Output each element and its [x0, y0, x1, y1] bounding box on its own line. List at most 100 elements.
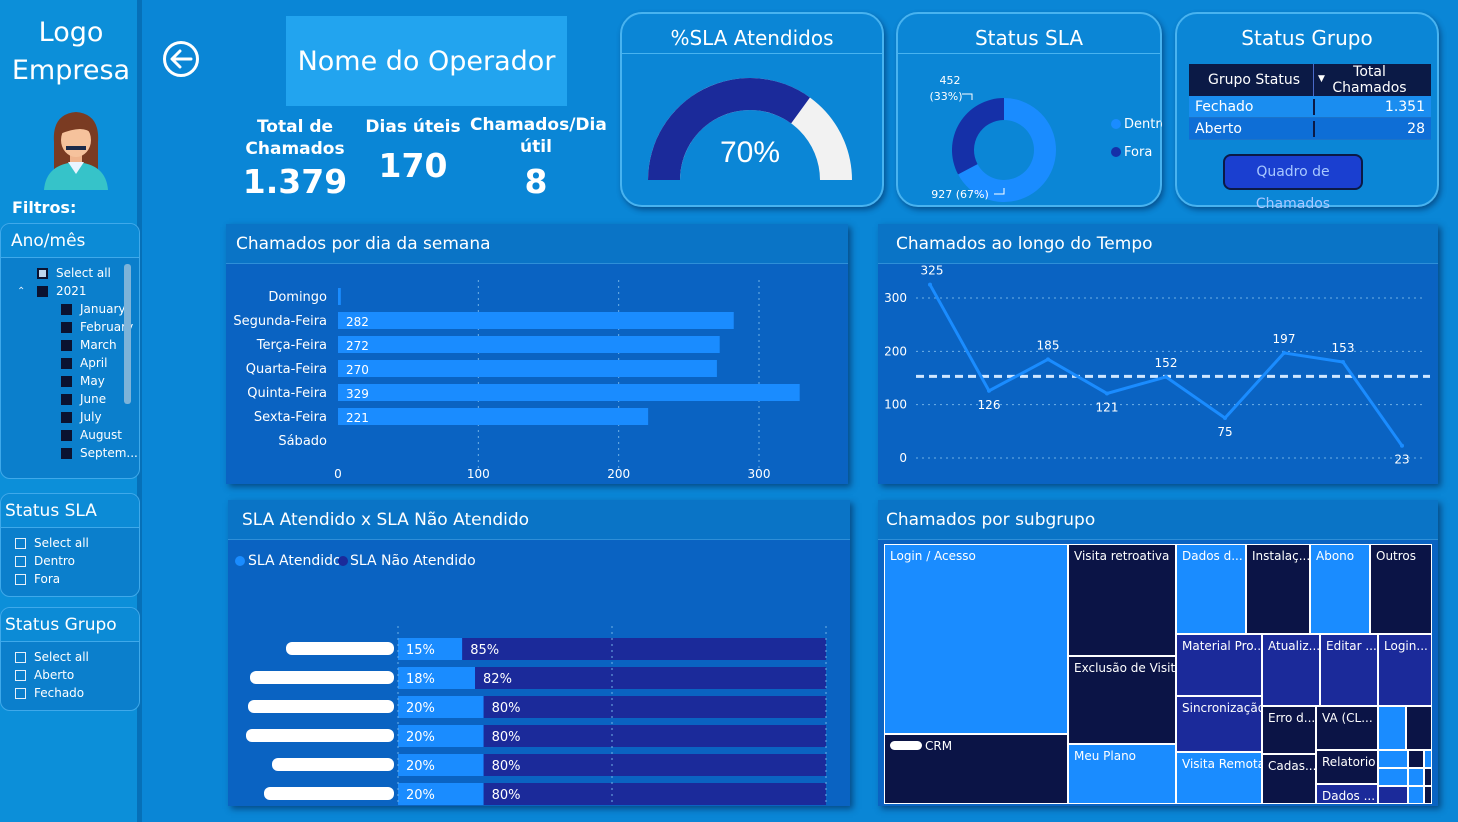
checkbox-icon[interactable]: [61, 339, 72, 351]
data-point[interactable]: [1046, 357, 1050, 362]
date-month-september[interactable]: Septem...: [1, 444, 139, 462]
checkbox-icon[interactable]: [61, 429, 72, 441]
date-select-all[interactable]: Select all: [1, 264, 139, 282]
point-label: 185: [1037, 338, 1060, 352]
table-row[interactable]: Aberto 28: [1189, 118, 1431, 140]
treemap-cell[interactable]: CRM: [884, 734, 1068, 804]
group-select-all[interactable]: Select all: [1, 648, 139, 666]
checkbox-icon[interactable]: [61, 411, 72, 423]
checkbox-icon[interactable]: [15, 669, 26, 681]
treemap-cell[interactable]: Editar ...: [1320, 634, 1378, 706]
group-option-fechado[interactable]: Fechado: [1, 684, 139, 702]
treemap-cell-small[interactable]: [1408, 768, 1424, 786]
bar[interactable]: [338, 384, 800, 401]
quadro-chamados-button[interactable]: Quadro de Chamados: [1223, 154, 1363, 212]
checkbox-icon[interactable]: [61, 303, 72, 315]
treemap-cell[interactable]: Visita retroativa: [1068, 544, 1176, 656]
bar-nao-atendido[interactable]: [483, 783, 826, 805]
legend-dentro[interactable]: Dentro: [1124, 117, 1162, 132]
treemap-cell[interactable]: Atualiz...: [1262, 634, 1320, 706]
date-month-august[interactable]: August: [1, 426, 139, 444]
treemap-cell-small[interactable]: [1378, 768, 1408, 786]
checkbox-icon[interactable]: [15, 573, 26, 585]
treemap-cell[interactable]: Dados ...: [1316, 784, 1378, 804]
checkbox-icon[interactable]: [61, 321, 72, 333]
data-point[interactable]: [1341, 360, 1345, 364]
checkbox-icon[interactable]: [15, 537, 26, 549]
treemap-cell[interactable]: Material Pro...: [1176, 634, 1262, 696]
date-month-april[interactable]: April: [1, 354, 139, 372]
table-row[interactable]: Fechado 1.351: [1189, 96, 1431, 118]
data-point[interactable]: [1282, 350, 1286, 355]
date-month-june[interactable]: June: [1, 390, 139, 408]
checkbox-icon[interactable]: [37, 267, 48, 279]
data-point[interactable]: [928, 282, 932, 287]
treemap-cell-small[interactable]: [1406, 706, 1432, 750]
treemap-cell-small[interactable]: [1408, 786, 1424, 804]
back-button[interactable]: [163, 41, 199, 77]
treemap-cell[interactable]: Instalaç...: [1246, 544, 1310, 634]
treemap-cell[interactable]: Login...: [1378, 634, 1432, 706]
treemap-cell[interactable]: Exclusão de Visita: [1068, 656, 1176, 744]
bar[interactable]: [338, 360, 717, 377]
bar-nao-atendido[interactable]: [483, 725, 826, 747]
checkbox-icon[interactable]: [61, 393, 72, 405]
date-month-march[interactable]: March: [1, 336, 139, 354]
redacted-label: [890, 741, 922, 750]
treemap-cell[interactable]: Erro d...: [1262, 706, 1316, 754]
bar-nao-atendido[interactable]: [483, 754, 826, 776]
legend-sla-atendido[interactable]: SLA Atendido: [248, 553, 342, 569]
checkbox-icon[interactable]: [15, 651, 26, 663]
sla-option-dentro[interactable]: Dentro: [1, 552, 139, 570]
date-month-july[interactable]: July: [1, 408, 139, 426]
bar-nao-atendido[interactable]: [462, 638, 826, 660]
data-point[interactable]: [1400, 443, 1404, 448]
treemap-cell-small[interactable]: [1408, 750, 1424, 768]
bar[interactable]: [338, 408, 649, 425]
treemap-cell[interactable]: Abono: [1310, 544, 1370, 634]
treemap-cell-small[interactable]: [1378, 750, 1408, 768]
checkbox-icon[interactable]: [15, 687, 26, 699]
data-point[interactable]: [1223, 416, 1227, 420]
treemap-cell[interactable]: Visita Remota: [1176, 752, 1262, 804]
treemap-cell[interactable]: Meu Plano: [1068, 744, 1176, 804]
bar-nao-atendido[interactable]: [483, 696, 826, 718]
treemap-cell-small[interactable]: [1424, 786, 1432, 804]
data-point[interactable]: [987, 388, 991, 393]
treemap-cell-small[interactable]: [1378, 706, 1406, 750]
date-month-february[interactable]: February: [1, 318, 139, 336]
chevron-up-icon[interactable]: ⌃: [17, 286, 27, 297]
treemap-cell-small[interactable]: [1424, 750, 1432, 768]
treemap-cell-small[interactable]: [1378, 786, 1408, 804]
data-point[interactable]: [1105, 391, 1109, 396]
checkbox-icon[interactable]: [61, 375, 72, 387]
date-month-january[interactable]: January: [1, 300, 139, 318]
bar[interactable]: [338, 336, 720, 353]
checkbox-icon[interactable]: [15, 555, 26, 567]
date-month-may[interactable]: May: [1, 372, 139, 390]
column-header[interactable]: Grupo Status: [1189, 72, 1313, 88]
treemap-cell[interactable]: Relatorio: [1316, 750, 1378, 784]
treemap-cell[interactable]: Outros: [1370, 544, 1432, 634]
bar[interactable]: [338, 312, 734, 329]
date-year-2021[interactable]: ⌃ 2021: [1, 282, 139, 300]
treemap-cell[interactable]: Sincronização: [1176, 696, 1262, 752]
legend-fora[interactable]: Fora: [1124, 145, 1152, 160]
bar-nao-atendido[interactable]: [475, 667, 826, 689]
date-slicer-scrollbar[interactable]: [124, 264, 131, 404]
treemap-cell[interactable]: VA (CL...: [1316, 706, 1378, 750]
treemap-cell[interactable]: Cadas...: [1262, 754, 1316, 804]
treemap-cell-small[interactable]: [1424, 768, 1432, 786]
legend-sla-nao-atendido[interactable]: SLA Não Atendido: [350, 553, 476, 569]
sla-select-all[interactable]: Select all: [1, 534, 139, 552]
sla-option-fora[interactable]: Fora: [1, 570, 139, 588]
checkbox-icon[interactable]: [61, 447, 72, 459]
bar[interactable]: [338, 288, 341, 305]
treemap-cell[interactable]: Login / Acesso: [884, 544, 1068, 734]
data-point[interactable]: [1164, 374, 1168, 379]
treemap-cell[interactable]: Dados d...: [1176, 544, 1246, 634]
column-header[interactable]: Total Chamados ▼: [1313, 64, 1431, 96]
checkbox-icon[interactable]: [61, 357, 72, 369]
group-option-aberto[interactable]: Aberto: [1, 666, 139, 684]
checkbox-icon[interactable]: [37, 285, 48, 297]
